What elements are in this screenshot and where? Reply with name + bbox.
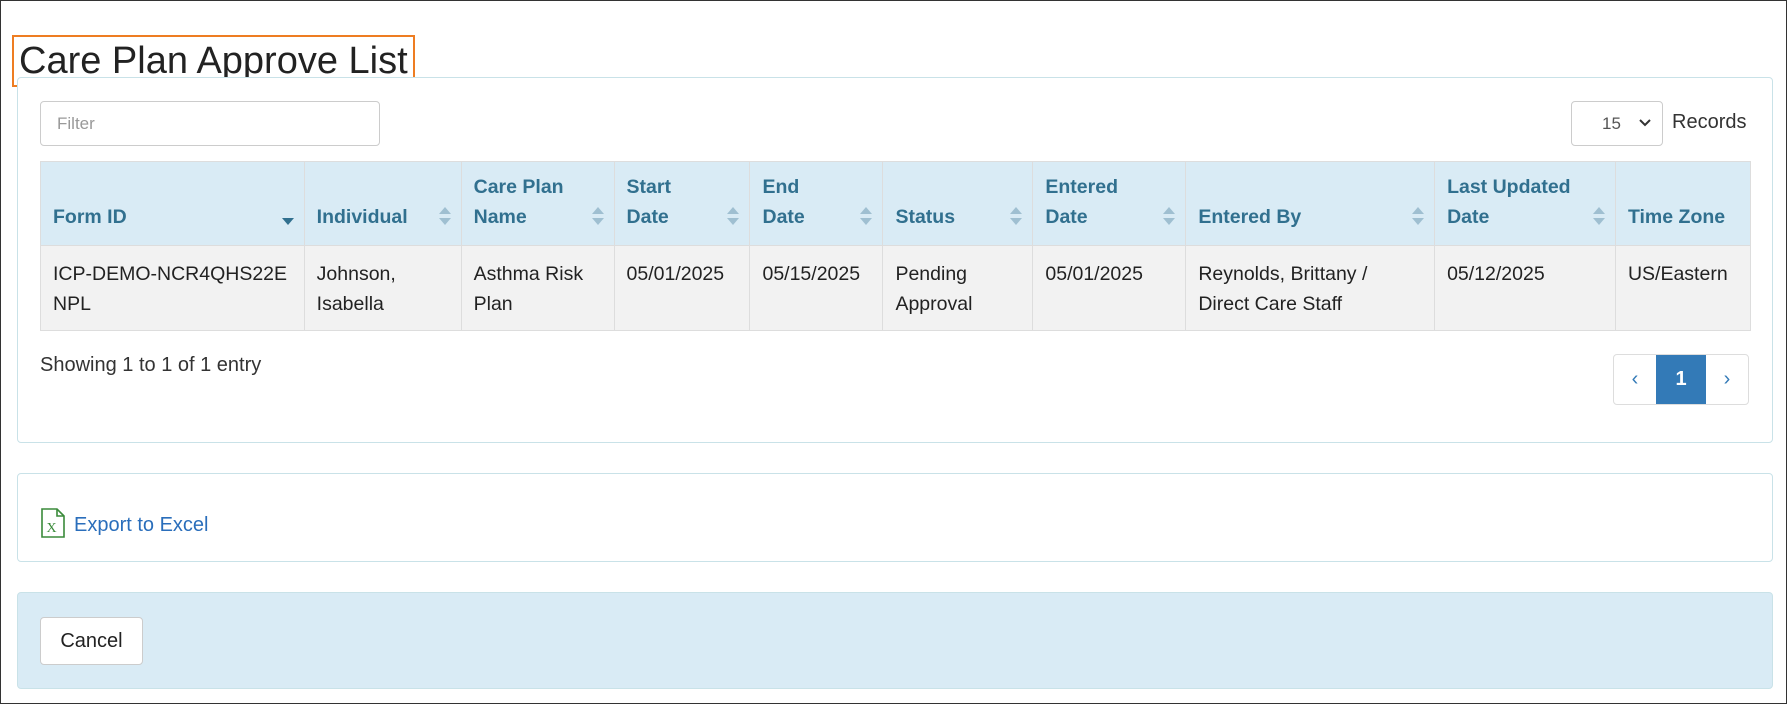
export-to-excel-label: Export to Excel xyxy=(74,514,209,536)
chevron-down-icon xyxy=(1638,102,1652,162)
column-label: Care Plan Name xyxy=(473,176,564,228)
pagination-next-button[interactable]: › xyxy=(1706,355,1748,404)
cell-time-zone: US/Eastern xyxy=(1614,245,1752,331)
sort-icon xyxy=(591,207,604,225)
cell-start-date: 05/01/2025 xyxy=(613,245,751,331)
column-label: Time Zone xyxy=(1627,206,1726,228)
sort-icon xyxy=(1592,207,1605,225)
cell-status: Pending Approval xyxy=(882,245,1034,331)
records-select-value: 15 xyxy=(1602,114,1621,133)
sort-icon xyxy=(1412,207,1425,225)
pagination-info: Showing 1 to 1 of 1 entry xyxy=(40,354,262,376)
column-header-last-updated-date[interactable]: Last Updated Date xyxy=(1434,161,1616,246)
column-header-start-date[interactable]: Start Date xyxy=(613,161,751,246)
column-header-form-id[interactable]: Form ID xyxy=(40,161,305,246)
cell-individual: Johnson, Isabella xyxy=(303,245,462,331)
column-label: Form ID xyxy=(53,206,127,228)
column-label: Status xyxy=(895,206,956,228)
table-header-row: Form ID Individual Care Plan Name Start … xyxy=(40,161,1752,246)
records-label: Records xyxy=(1672,111,1747,133)
cell-entered-by: Reynolds, Brittany / Direct Care Staff xyxy=(1185,245,1436,331)
column-header-time-zone[interactable]: Time Zone xyxy=(1614,161,1752,246)
column-header-care-plan-name[interactable]: Care Plan Name xyxy=(460,161,615,246)
pagination-prev-button[interactable]: ‹ xyxy=(1614,355,1656,404)
column-header-entered-date[interactable]: Entered Date xyxy=(1032,161,1187,246)
cell-entered-date: 05/01/2025 xyxy=(1032,245,1187,331)
table-row[interactable]: ICP-DEMO-NCR4QHS22ENPL Johnson, Isabella… xyxy=(40,245,1752,331)
filter-input[interactable] xyxy=(40,101,380,146)
sort-icon xyxy=(438,207,451,225)
pagination: ‹ 1 › xyxy=(1613,354,1749,405)
svg-text:X: X xyxy=(47,521,57,536)
cell-care-plan-name: Asthma Risk Plan xyxy=(460,245,615,331)
export-to-excel-link[interactable]: X Export to Excel xyxy=(40,508,209,543)
column-label: Last Updated Date xyxy=(1447,176,1571,228)
cell-end-date: 05/15/2025 xyxy=(749,245,884,331)
column-header-status[interactable]: Status xyxy=(882,161,1034,246)
export-panel: X Export to Excel xyxy=(17,473,1773,562)
list-panel: 15 Records Form ID Individual Care Plan … xyxy=(17,77,1773,443)
column-label: End Date xyxy=(762,176,805,228)
sort-icon xyxy=(1010,207,1023,225)
column-label: Entered Date xyxy=(1045,176,1118,228)
excel-file-icon: X xyxy=(40,508,66,543)
column-header-end-date[interactable]: End Date xyxy=(749,161,884,246)
sort-icon xyxy=(860,207,873,225)
column-header-individual[interactable]: Individual xyxy=(303,161,462,246)
cell-form-id: ICP-DEMO-NCR4QHS22ENPL xyxy=(40,245,305,331)
records-per-page-select[interactable]: 15 xyxy=(1571,101,1663,146)
footer-panel: Cancel xyxy=(17,592,1773,689)
column-label: Entered By xyxy=(1198,206,1302,228)
sort-icon xyxy=(727,207,740,225)
pagination-page-1[interactable]: 1 xyxy=(1656,355,1706,404)
sort-icon xyxy=(1163,207,1176,225)
column-header-entered-by[interactable]: Entered By xyxy=(1185,161,1436,246)
column-label: Individual xyxy=(316,206,408,228)
sort-desc-icon xyxy=(281,207,294,225)
column-label: Start Date xyxy=(626,176,671,228)
cancel-button[interactable]: Cancel xyxy=(40,617,143,665)
cell-last-updated-date: 05/12/2025 xyxy=(1434,245,1616,331)
care-plan-table: Form ID Individual Care Plan Name Start … xyxy=(40,161,1752,331)
